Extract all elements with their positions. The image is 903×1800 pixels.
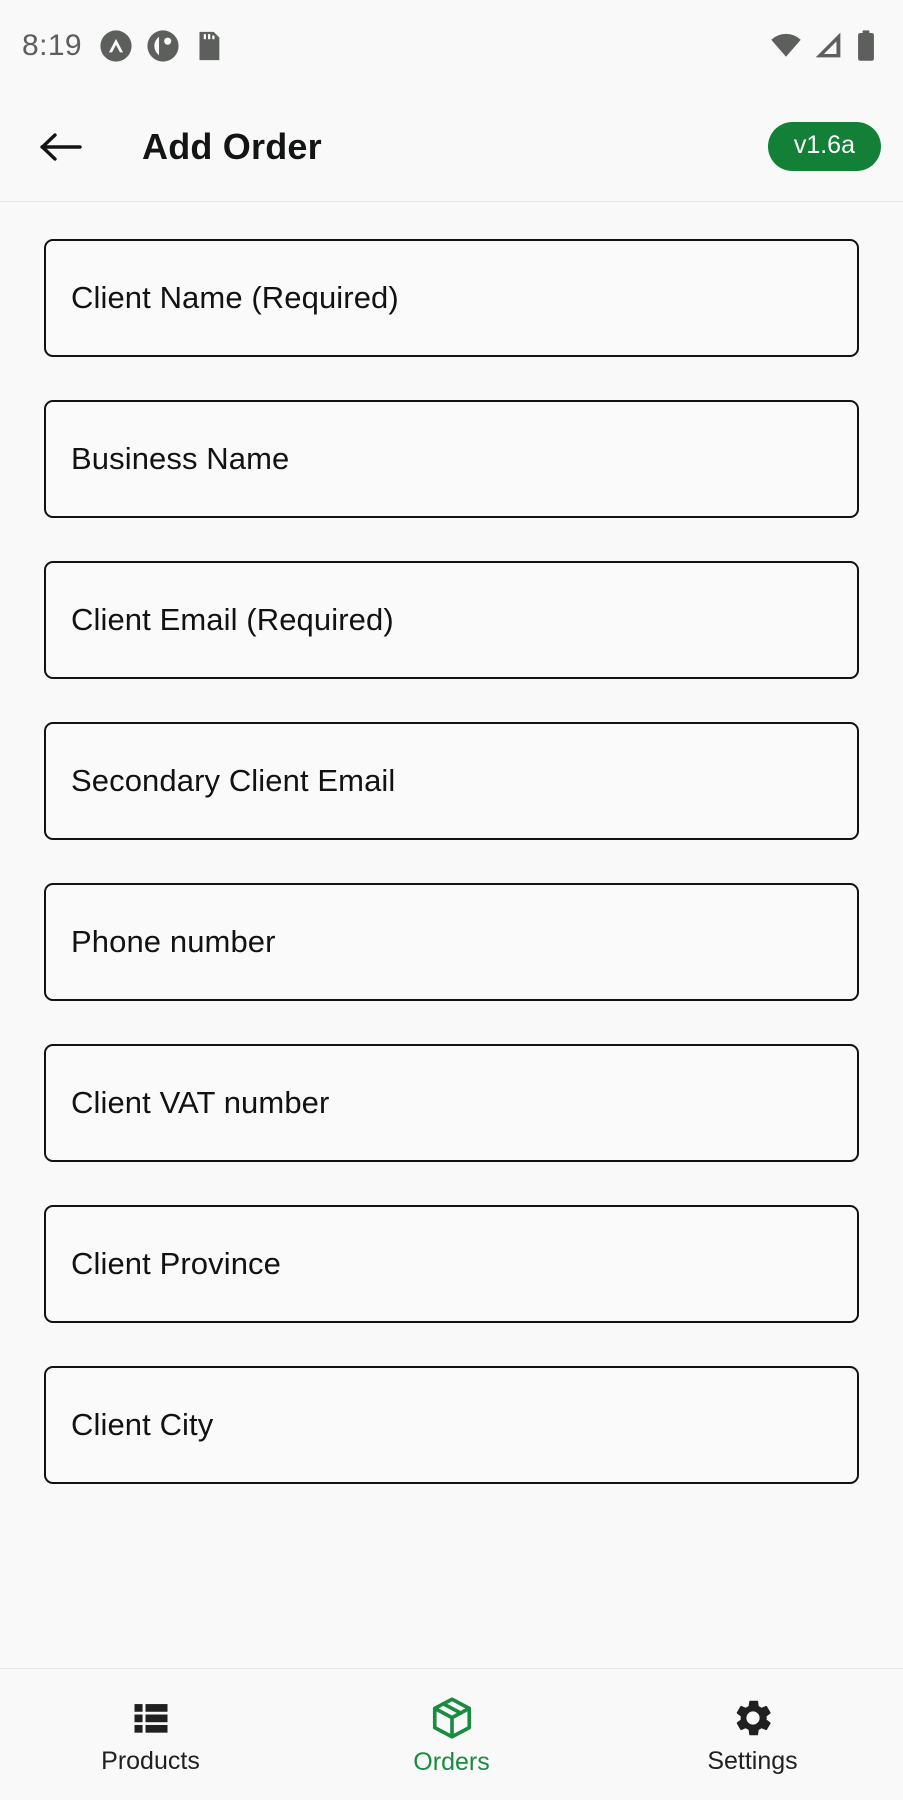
app-notification-icon	[147, 30, 179, 62]
field-label: Client Email (Required)	[71, 602, 394, 637]
status-bar-right	[769, 29, 877, 63]
field-label: Client Province	[71, 1246, 281, 1281]
nav-label: Settings	[707, 1746, 798, 1775]
status-bar-left: 8:19	[22, 29, 223, 63]
back-button[interactable]	[30, 116, 92, 178]
field-label: Client VAT number	[71, 1085, 330, 1120]
field-phone-number[interactable]: Phone number	[44, 883, 859, 1001]
nav-label: Products	[101, 1746, 200, 1775]
field-label: Business Name	[71, 441, 290, 476]
field-label: Client City	[71, 1407, 214, 1442]
app-bar: Add Order v1.6a	[0, 92, 903, 202]
page-title: Add Order	[142, 125, 322, 167]
field-label: Secondary Client Email	[71, 763, 396, 798]
package-box-icon	[432, 1696, 471, 1739]
field-client-city[interactable]: Client City	[44, 1366, 859, 1484]
field-client-email[interactable]: Client Email (Required)	[44, 561, 859, 679]
list-view-icon	[134, 1703, 167, 1733]
battery-icon	[858, 30, 874, 61]
status-bar-clock: 8:19	[22, 29, 82, 62]
status-bar: 8:19	[0, 0, 903, 92]
nav-label: Orders	[413, 1747, 490, 1776]
nord-vpn-icon	[100, 30, 132, 62]
add-order-screen: 8:19 Add Order v1.6a Client Name (Requir…	[0, 0, 903, 1800]
order-form: Client Name (Required) Business Name Cli…	[0, 202, 903, 1668]
field-client-name[interactable]: Client Name (Required)	[44, 239, 859, 357]
wifi-icon	[771, 33, 801, 57]
version-badge[interactable]: v1.6a	[767, 122, 881, 171]
cellular-signal-icon	[815, 32, 841, 58]
nav-item-orders[interactable]: Orders	[301, 1669, 602, 1800]
status-bar-notification-icons	[99, 29, 223, 63]
sd-card-icon	[199, 31, 220, 61]
field-secondary-client-email[interactable]: Secondary Client Email	[44, 722, 859, 840]
nav-item-products[interactable]: Products	[0, 1669, 301, 1800]
field-label: Client Name (Required)	[71, 280, 399, 315]
field-business-name[interactable]: Business Name	[44, 400, 859, 518]
nav-item-settings[interactable]: Settings	[602, 1669, 903, 1800]
bottom-navigation-bar: Products Orders Settings	[0, 1668, 903, 1800]
gear-icon	[736, 1700, 771, 1735]
field-label: Phone number	[71, 924, 276, 959]
field-client-vat-number[interactable]: Client VAT number	[44, 1044, 859, 1162]
back-arrow-icon	[40, 132, 82, 161]
field-client-province[interactable]: Client Province	[44, 1205, 859, 1323]
